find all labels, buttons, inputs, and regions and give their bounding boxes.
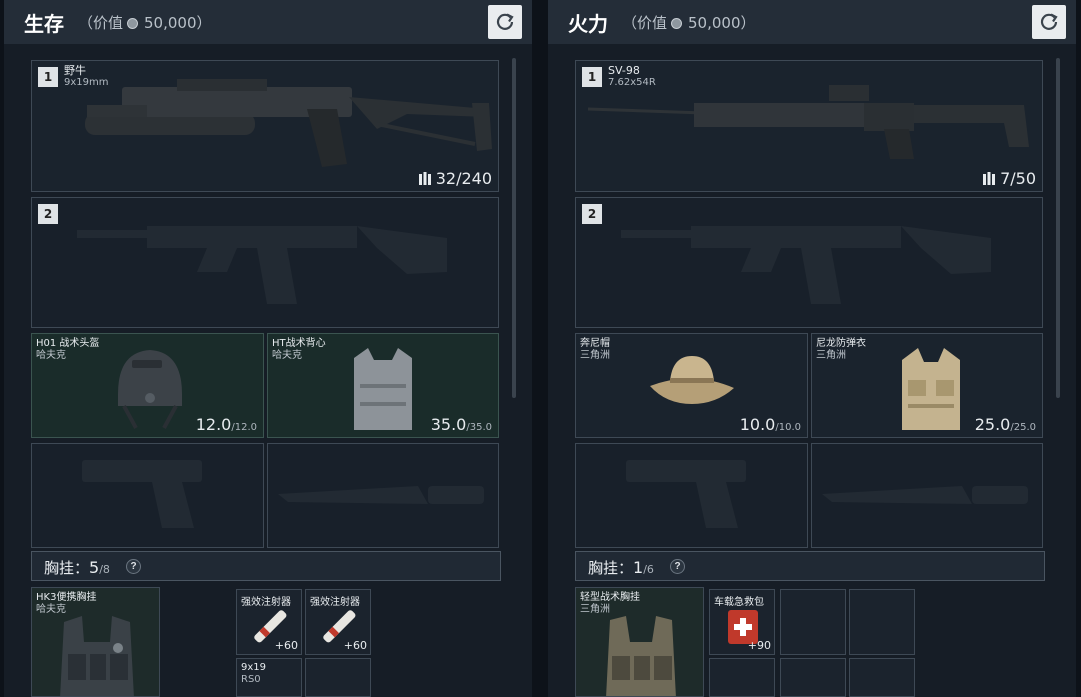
ammo-icon bbox=[418, 172, 431, 185]
primary-weapon-slot-1[interactable]: 1 野牛 9x19mm 32/240 bbox=[31, 60, 499, 192]
helmet-slot[interactable]: 奔尼帽 三角洲 10.0/10.0 bbox=[575, 333, 808, 438]
armor-durability: 35.0/35.0 bbox=[430, 415, 492, 434]
panel-title: 生存 bbox=[24, 12, 64, 36]
slot-number: 2 bbox=[582, 204, 602, 224]
value-amount: 50,000） bbox=[144, 14, 212, 32]
inventory-cell-empty[interactable] bbox=[305, 658, 371, 697]
inventory-cell-empty[interactable] bbox=[780, 658, 846, 697]
item-name: 9x19 bbox=[241, 662, 267, 673]
inventory-cell-empty[interactable] bbox=[780, 589, 846, 655]
rifle-placeholder-icon bbox=[77, 226, 447, 304]
helmet-name: H01 战术头盔 bbox=[36, 338, 100, 349]
ammo-count: 7/50 bbox=[982, 169, 1036, 188]
slot-number: 1 bbox=[38, 67, 58, 87]
inventory-cell-empty[interactable] bbox=[849, 589, 915, 655]
panel-title: 火力 bbox=[568, 12, 608, 36]
chest-rig-item[interactable]: 轻型战术胸挂 三角洲 bbox=[575, 587, 704, 697]
refresh-button[interactable] bbox=[1032, 5, 1066, 39]
primary-weapon-slot-2[interactable]: 2 bbox=[575, 197, 1043, 328]
inventory-cell[interactable]: 强效注射器 +60 bbox=[305, 589, 371, 655]
armor-brand: 哈夫克 bbox=[272, 350, 302, 361]
value-label: （价值 bbox=[622, 14, 668, 32]
item-count: +60 bbox=[343, 639, 367, 652]
rig-name: 轻型战术胸挂 bbox=[580, 592, 640, 603]
item-name: 强效注射器 bbox=[310, 597, 360, 608]
chest-rig-item[interactable]: HK3便携胸挂 哈夫克 bbox=[31, 587, 160, 697]
panel-header: 生存 （价值 50,000） bbox=[4, 0, 532, 44]
chest-rig-bar: 胸挂：5/8 ? bbox=[31, 551, 501, 581]
coin-icon bbox=[671, 18, 683, 29]
sidearm-slot[interactable] bbox=[31, 443, 264, 548]
melee-slot[interactable] bbox=[267, 443, 499, 548]
helmet-brand: 哈夫克 bbox=[36, 350, 66, 361]
value-label: （价值 bbox=[78, 14, 124, 32]
panel-header: 火力 （价值 50,000） bbox=[548, 0, 1076, 44]
armor-slot[interactable]: 尼龙防弹衣 三角洲 25.0/25.0 bbox=[811, 333, 1043, 438]
item-count: +90 bbox=[747, 639, 771, 652]
helmet-slot[interactable]: H01 战术头盔 哈夫克 12.0/12.0 bbox=[31, 333, 264, 438]
vest-image bbox=[354, 348, 412, 430]
loadout-panel-survival: 生存 （价值 50,000） 1 野牛 9x19mm 32/240 2 H01 … bbox=[4, 0, 532, 697]
scrollbar[interactable] bbox=[512, 58, 516, 398]
chest-rig-bar: 胸挂：1/6 ? bbox=[575, 551, 1045, 581]
primary-weapon-slot-2[interactable]: 2 bbox=[31, 197, 499, 328]
armor-name: 尼龙防弹衣 bbox=[816, 338, 866, 349]
boonie-hat-image bbox=[650, 356, 734, 404]
item-name: 强效注射器 bbox=[241, 597, 291, 608]
armor-name: HT战术背心 bbox=[272, 338, 326, 349]
rig-name: HK3便携胸挂 bbox=[36, 592, 97, 603]
scrollbar[interactable] bbox=[1056, 58, 1060, 398]
helmet-durability: 10.0/10.0 bbox=[739, 415, 801, 434]
nylon-vest-image bbox=[902, 348, 960, 430]
rifle-placeholder-icon bbox=[621, 226, 991, 304]
coin-icon bbox=[127, 18, 139, 29]
inventory-cell[interactable]: 强效注射器 +60 bbox=[236, 589, 302, 655]
panel-value: （价值 50,000） bbox=[622, 12, 756, 33]
melee-slot[interactable] bbox=[811, 443, 1043, 548]
help-icon[interactable]: ? bbox=[670, 559, 685, 574]
inventory-cell[interactable]: 9x19 RS0 bbox=[236, 658, 302, 697]
item-sub: RS0 bbox=[241, 674, 261, 685]
refresh-icon bbox=[496, 13, 514, 30]
refresh-icon bbox=[1040, 13, 1058, 30]
value-amount: 50,000） bbox=[688, 14, 756, 32]
rig-capacity: 胸挂：5/8 bbox=[44, 558, 110, 577]
slot-number: 2 bbox=[38, 204, 58, 224]
armor-durability: 25.0/25.0 bbox=[974, 415, 1036, 434]
primary-weapon-slot-1[interactable]: 1 SV-98 7.62x54R 7/50 bbox=[575, 60, 1043, 192]
inventory-cell-empty[interactable] bbox=[709, 658, 775, 697]
item-count: +60 bbox=[274, 639, 298, 652]
sidearm-slot[interactable] bbox=[575, 443, 808, 548]
helmet-brand: 三角洲 bbox=[580, 350, 610, 361]
refresh-button[interactable] bbox=[488, 5, 522, 39]
pistol-placeholder-icon bbox=[626, 460, 746, 528]
light-chest-rig-image bbox=[606, 616, 676, 696]
rig-capacity: 胸挂：1/6 bbox=[588, 558, 654, 577]
inventory-cell[interactable]: 车载急救包 +90 bbox=[709, 589, 775, 655]
pistol-placeholder-icon bbox=[82, 460, 202, 528]
ammo-count: 32/240 bbox=[418, 169, 492, 188]
panel-value: （价值 50,000） bbox=[78, 12, 212, 33]
sniper-rifle-image bbox=[587, 85, 1029, 159]
helmet-durability: 12.0/12.0 bbox=[195, 415, 257, 434]
armor-brand: 三角洲 bbox=[816, 350, 846, 361]
armor-slot[interactable]: HT战术背心 哈夫克 35.0/35.0 bbox=[267, 333, 499, 438]
loadout-panel-firepower: 火力 （价值 50,000） 1 SV-98 7.62x54R 7/50 2 奔… bbox=[548, 0, 1076, 697]
inventory-cell-empty[interactable] bbox=[849, 658, 915, 697]
knife-placeholder-icon bbox=[278, 486, 484, 504]
chest-rig-image bbox=[60, 616, 134, 696]
helmet-name: 奔尼帽 bbox=[580, 338, 610, 349]
helmet-image bbox=[118, 350, 182, 429]
knife-placeholder-icon bbox=[822, 486, 1028, 504]
help-icon[interactable]: ? bbox=[126, 559, 141, 574]
ammo-icon bbox=[983, 172, 996, 185]
